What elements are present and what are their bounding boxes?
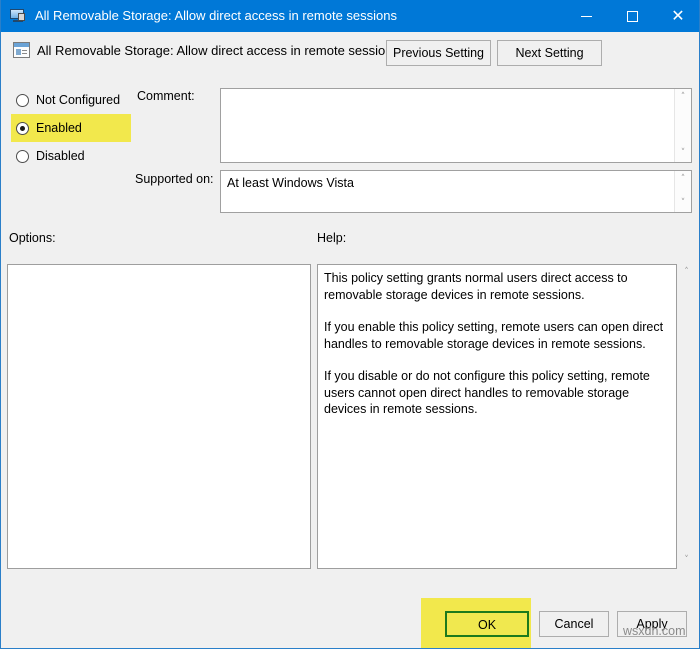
minimize-icon <box>581 16 592 17</box>
window-title: All Removable Storage: Allow direct acce… <box>35 0 563 32</box>
maximize-icon <box>627 11 638 22</box>
help-panel: This policy setting grants normal users … <box>317 264 677 569</box>
help-label: Help: <box>317 231 346 245</box>
options-panel[interactable] <box>7 264 311 569</box>
radio-not-configured-icon <box>16 94 29 107</box>
title-bar: All Removable Storage: Allow direct acce… <box>1 0 700 32</box>
comment-label: Comment: <box>137 89 195 103</box>
radio-disabled-icon <box>16 150 29 163</box>
policy-monitor-icon <box>9 8 27 24</box>
scroll-up-icon[interactable]: ˄ <box>675 171 692 188</box>
comment-input[interactable]: ˄ ˅ <box>220 88 692 163</box>
help-text: This policy setting grants normal users … <box>324 270 670 434</box>
cancel-button[interactable]: Cancel <box>539 611 609 637</box>
scroll-down-icon[interactable]: ˅ <box>678 552 695 569</box>
radio-disabled-label: Disabled <box>36 149 85 163</box>
options-label: Options: <box>9 231 56 245</box>
supported-on-value: At least Windows Vista <box>227 176 354 190</box>
radio-disabled[interactable]: Disabled <box>11 142 131 170</box>
scroll-down-icon[interactable]: ˅ <box>675 195 692 212</box>
scroll-down-icon[interactable]: ˅ <box>675 145 692 162</box>
window-controls: ✕ <box>563 0 700 32</box>
radio-enabled[interactable]: Enabled <box>11 114 131 142</box>
next-setting-button[interactable]: Next Setting <box>497 40 602 66</box>
minimize-button[interactable] <box>563 0 609 32</box>
close-icon: ✕ <box>671 8 684 24</box>
supported-on-scrollbar[interactable]: ˄ ˅ <box>674 171 691 212</box>
maximize-button[interactable] <box>609 0 655 32</box>
close-button[interactable]: ✕ <box>655 0 700 32</box>
scroll-up-icon[interactable]: ˄ <box>675 89 692 106</box>
supported-on-label: Supported on: <box>135 172 214 186</box>
radio-enabled-label: Enabled <box>36 121 82 135</box>
help-paragraph: This policy setting grants normal users … <box>324 270 670 303</box>
scroll-up-icon[interactable]: ˄ <box>678 264 695 281</box>
ok-button[interactable]: OK <box>445 611 529 637</box>
help-scrollbar[interactable]: ˄ ˅ <box>678 264 695 569</box>
previous-setting-button[interactable]: Previous Setting <box>386 40 491 66</box>
help-paragraph: If you enable this policy setting, remot… <box>324 319 670 352</box>
policy-name: All Removable Storage: Allow direct acce… <box>37 43 399 58</box>
policy-state-radio-group: Not Configured Enabled Disabled <box>11 86 131 170</box>
group-policy-setting-dialog: All Removable Storage: Allow direct acce… <box>0 0 700 649</box>
radio-not-configured-label: Not Configured <box>36 93 120 107</box>
radio-enabled-icon <box>16 122 29 135</box>
policy-setting-icon <box>13 42 30 58</box>
supported-on-field: At least Windows Vista ˄ ˅ <box>220 170 692 213</box>
comment-scrollbar[interactable]: ˄ ˅ <box>674 89 691 162</box>
watermark: wsxdn.com <box>623 624 686 638</box>
help-paragraph: If you disable or do not configure this … <box>324 368 670 418</box>
setting-header: All Removable Storage: Allow direct acce… <box>2 32 699 78</box>
radio-not-configured[interactable]: Not Configured <box>11 86 131 114</box>
